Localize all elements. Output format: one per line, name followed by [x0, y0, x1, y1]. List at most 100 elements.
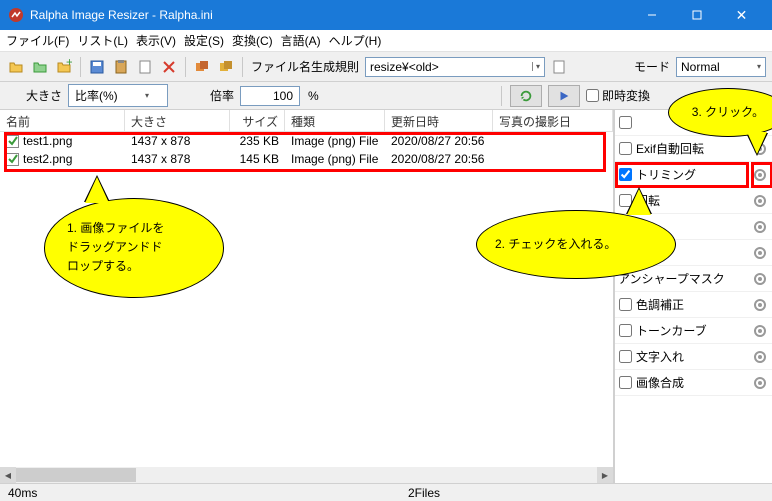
annotation-callout-2: 2. チェックを入れる。: [476, 210, 676, 279]
option-tone-curve[interactable]: トーンカーブ: [615, 318, 772, 344]
annotation-callout-1: 1. 画像ファイルを ドラッグアンドド ロップする。: [44, 198, 224, 298]
gear-icon[interactable]: [752, 323, 768, 339]
menu-lang[interactable]: 言語(A): [281, 32, 321, 49]
menu-setting[interactable]: 設定(S): [184, 32, 224, 49]
file-name: test2.png: [23, 152, 72, 166]
naming-rule-input[interactable]: resize¥<old> ▾: [365, 57, 545, 77]
delete-icon[interactable]: [159, 57, 179, 77]
gear-icon[interactable]: [752, 167, 768, 183]
menu-file[interactable]: ファイル(F): [6, 32, 69, 49]
col-size[interactable]: サイズ: [230, 110, 285, 131]
scroll-left-icon[interactable]: ◀: [0, 467, 16, 483]
callout1-line1: 1. 画像ファイルを: [67, 219, 201, 238]
chevron-down-icon[interactable]: ▾: [532, 62, 540, 71]
mult-input[interactable]: 100: [240, 86, 300, 106]
file-row[interactable]: test1.png 1437 x 878 235 KB Image (png) …: [0, 132, 613, 150]
batch1-icon[interactable]: [192, 57, 212, 77]
statusbar: 40ms 2Files: [0, 483, 772, 501]
menu-convert[interactable]: 変換(C): [232, 32, 273, 49]
maximize-button[interactable]: [674, 0, 719, 30]
minimize-button[interactable]: [629, 0, 674, 30]
scroll-right-icon[interactable]: ▶: [597, 467, 613, 483]
gear-icon[interactable]: [752, 297, 768, 313]
mode-select[interactable]: Normal ▾: [676, 57, 766, 77]
paste-icon[interactable]: [111, 57, 131, 77]
option-image-composite[interactable]: 画像合成: [615, 370, 772, 396]
chevron-down-icon: ▾: [145, 91, 149, 100]
open-file-icon[interactable]: [6, 57, 26, 77]
scroll-thumb[interactable]: [16, 468, 136, 482]
run-button[interactable]: [548, 85, 580, 107]
titlebar: Ralpha Image Resizer - Ralpha.ini ✕: [0, 0, 772, 30]
refresh-icon: [519, 89, 533, 103]
gear-icon[interactable]: [752, 193, 768, 209]
file-date: 2020/08/27 20:56: [385, 133, 493, 149]
mode-value: Normal: [681, 60, 720, 74]
file-type: Image (png) File: [285, 133, 385, 149]
callout1-line2: ドラッグアンドド: [67, 238, 201, 257]
naming-rule-value: resize¥<old>: [370, 60, 439, 74]
folder-plus-icon[interactable]: +: [54, 57, 74, 77]
menu-view[interactable]: 表示(V): [136, 32, 176, 49]
option-text-insert[interactable]: 文字入れ: [615, 344, 772, 370]
annotation-callout-3: 3. クリック。: [668, 88, 772, 137]
size-label: 大きさ: [26, 87, 62, 104]
file-checkbox[interactable]: [6, 153, 19, 166]
file-type: Image (png) File: [285, 151, 385, 167]
horizontal-scrollbar[interactable]: ◀ ▶: [0, 467, 613, 483]
separator: [501, 86, 502, 106]
callout2-text: 2. チェックを入れる。: [495, 235, 657, 254]
svg-text:+: +: [66, 59, 72, 69]
file-row[interactable]: test2.png 1437 x 878 145 KB Image (png) …: [0, 150, 613, 168]
naming-rule-label: ファイル名生成規則: [251, 58, 359, 75]
save-icon[interactable]: [87, 57, 107, 77]
separator: [80, 57, 81, 77]
mode-label: モード: [634, 58, 670, 75]
gear-icon[interactable]: [752, 375, 768, 391]
menu-list[interactable]: リスト(L): [77, 32, 128, 49]
refresh-button[interactable]: [510, 85, 542, 107]
file-name: test1.png: [23, 134, 72, 148]
menu-help[interactable]: ヘルプ(H): [329, 32, 382, 49]
instant-label: 即時変換: [602, 87, 650, 104]
option-trimming[interactable]: トリミング: [615, 162, 772, 188]
col-shot-date[interactable]: 写真の撮影日: [493, 110, 613, 131]
open-folder-icon[interactable]: [30, 57, 50, 77]
separator: [185, 57, 186, 77]
close-button[interactable]: ✕: [719, 0, 764, 30]
options-pane: クリップ Exif自動回転 トリミング 回転 リサイズ 罫線追加 アンシャープマ…: [614, 110, 772, 483]
file-size: 145 KB: [230, 151, 285, 167]
window-title: Ralpha Image Resizer - Ralpha.ini: [30, 8, 629, 22]
file-checkbox[interactable]: [6, 135, 19, 148]
document-icon[interactable]: [135, 57, 155, 77]
file-dimensions: 1437 x 878: [125, 151, 230, 167]
play-icon: [557, 89, 571, 103]
rule-option-icon[interactable]: [549, 57, 569, 77]
callout3-text: 3. クリック。: [679, 103, 772, 122]
col-type[interactable]: 種類: [285, 110, 385, 131]
status-file-count: 2Files: [408, 486, 764, 500]
batch2-icon[interactable]: [216, 57, 236, 77]
mult-label: 倍率: [210, 87, 234, 104]
mult-suffix: %: [308, 89, 319, 103]
file-list-header: 名前 大きさ サイズ 種類 更新日時 写真の撮影日: [0, 110, 613, 132]
gear-icon[interactable]: [752, 271, 768, 287]
gear-icon[interactable]: [752, 219, 768, 235]
col-name[interactable]: 名前: [0, 110, 125, 131]
file-size: 235 KB: [230, 133, 285, 149]
size-mode-select[interactable]: 比率(%) ▾: [68, 84, 168, 107]
col-date[interactable]: 更新日時: [385, 110, 493, 131]
toolbar: + ファイル名生成規則 resize¥<old> ▾ モード Normal ▾: [0, 52, 772, 82]
gear-icon[interactable]: [752, 349, 768, 365]
params-row: 大きさ 比率(%) ▾ 倍率 100 % 即時変換: [0, 82, 772, 110]
col-dimensions[interactable]: 大きさ: [125, 110, 230, 131]
chevron-down-icon: ▾: [757, 62, 761, 71]
gear-icon[interactable]: [752, 245, 768, 261]
option-color-correction[interactable]: 色調補正: [615, 292, 772, 318]
app-icon: [8, 7, 24, 23]
size-mode-value: 比率(%): [75, 87, 118, 104]
instant-convert-checkbox[interactable]: 即時変換: [586, 87, 650, 104]
status-time: 40ms: [8, 486, 408, 500]
file-dimensions: 1437 x 878: [125, 133, 230, 149]
menubar: ファイル(F) リスト(L) 表示(V) 設定(S) 変換(C) 言語(A) ヘ…: [0, 30, 772, 52]
